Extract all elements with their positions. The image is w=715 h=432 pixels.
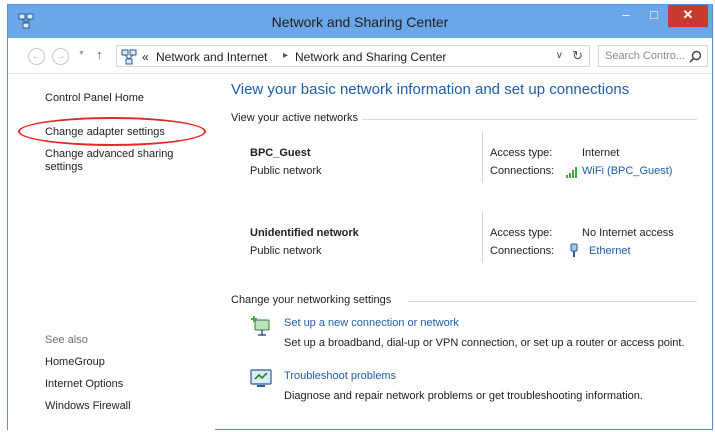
forward-arrow-icon[interactable]: → <box>52 48 69 65</box>
troubleshoot-problems-link[interactable]: Troubleshoot problems <box>284 370 396 382</box>
highlight-oval <box>18 117 206 146</box>
divider <box>482 211 483 263</box>
search-placeholder: Search Contro... <box>605 50 686 62</box>
change-advanced-sharing-link[interactable]: Change advanced sharing <box>45 148 173 160</box>
connections-label: Connections: <box>490 165 555 177</box>
main-content: View your basic network information and … <box>215 75 712 429</box>
setup-new-connection-description: Set up a broadband, dial-up or VPN conne… <box>284 337 685 349</box>
close-button[interactable]: ✕ <box>668 5 708 27</box>
change-advanced-sharing-link-line2[interactable]: settings <box>45 161 83 173</box>
address-bar-row: ← → ▼ ↑ « Network and Internet ▸ Network… <box>8 38 712 74</box>
address-history-chevron-icon[interactable]: ∨ <box>556 50 563 61</box>
setup-new-connection-link[interactable]: Set up a new connection or network <box>284 317 459 329</box>
breadcrumb-network-and-internet[interactable]: Network and Internet <box>156 50 267 64</box>
network-type: Public network <box>250 245 322 257</box>
search-icon[interactable] <box>689 50 702 63</box>
network-name: BPC_Guest <box>250 147 311 159</box>
wifi-signal-icon <box>566 167 577 178</box>
homegroup-link[interactable]: HomeGroup <box>45 356 105 368</box>
recent-pages-dropdown[interactable]: ▼ <box>78 50 85 57</box>
divider <box>482 131 483 183</box>
back-arrow-icon[interactable]: ← <box>28 48 45 65</box>
access-type-value: No Internet access <box>582 227 674 239</box>
change-settings-label: Change your networking settings <box>231 294 392 306</box>
maximize-button[interactable]: □ <box>640 5 668 27</box>
search-input[interactable]: Search Contro... <box>598 45 708 67</box>
ethernet-icon <box>570 243 578 257</box>
network-name: Unidentified network <box>250 227 359 239</box>
access-type-value: Internet <box>582 147 620 159</box>
access-type-label: Access type: <box>490 227 553 239</box>
window-title: Network and Sharing Center <box>271 14 449 30</box>
access-type-label: Access type: <box>490 147 553 159</box>
troubleshoot-icon <box>250 369 272 387</box>
ethernet-connection-link[interactable]: Ethernet <box>589 245 631 257</box>
divider <box>362 119 697 120</box>
window: Network and Sharing Center – □ ✕ ← → ▼ ↑… <box>7 4 713 430</box>
network-type: Public network <box>250 165 322 177</box>
page-title: View your basic network information and … <box>231 81 630 98</box>
breadcrumb-separator-icon[interactable]: ▸ <box>283 50 288 61</box>
new-connection-icon <box>251 316 270 336</box>
troubleshoot-problems-description: Diagnose and repair network problems or … <box>284 390 643 402</box>
see-also-label: See also <box>45 334 88 346</box>
address-bar[interactable]: « Network and Internet ▸ Network and Sha… <box>116 45 590 67</box>
left-pane: Control Panel Home Change adapter settin… <box>8 75 215 430</box>
wifi-connection-link[interactable]: WiFi (BPC_Guest) <box>582 165 672 177</box>
internet-options-link[interactable]: Internet Options <box>45 378 123 390</box>
active-networks-label: View your active networks <box>231 112 358 124</box>
divider <box>408 301 697 302</box>
windows-firewall-link[interactable]: Windows Firewall <box>45 400 131 412</box>
refresh-icon[interactable]: ↻ <box>572 48 583 64</box>
up-arrow-icon[interactable]: ↑ <box>96 47 103 62</box>
connections-label: Connections: <box>490 245 555 257</box>
control-panel-home-link[interactable]: Control Panel Home <box>45 92 144 104</box>
minimize-button[interactable]: – <box>612 5 640 27</box>
control-panel-icon <box>121 49 137 65</box>
breadcrumb-network-and-sharing-center[interactable]: Network and Sharing Center <box>295 50 446 64</box>
breadcrumb-overflow[interactable]: « <box>142 50 149 64</box>
title-bar: Network and Sharing Center – □ ✕ <box>8 5 712 38</box>
